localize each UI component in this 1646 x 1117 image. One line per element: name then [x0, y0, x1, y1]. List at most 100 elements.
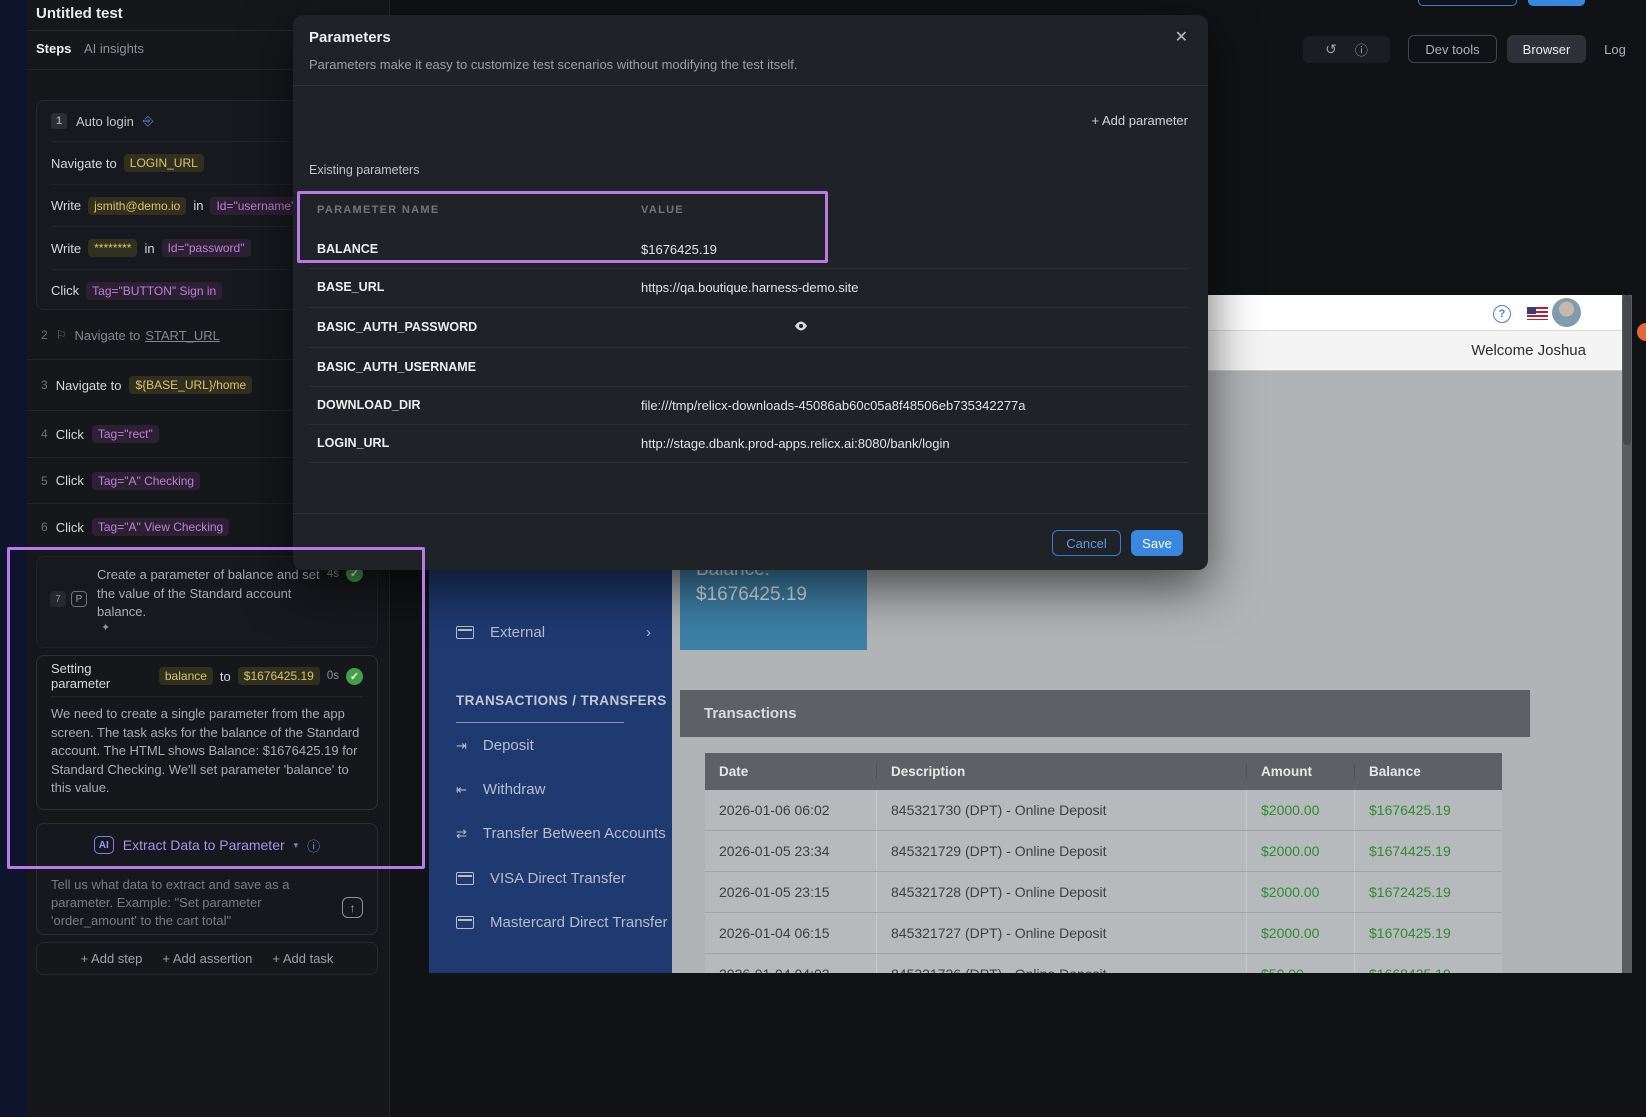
step-number: 7 — [50, 591, 66, 607]
close-icon[interactable]: ✕ — [1175, 27, 1188, 47]
sidebar-item-external[interactable]: External › — [456, 624, 651, 641]
transaction-cell-amount: $2000.00 — [1247, 831, 1355, 871]
balance-value: $1676425.19 — [696, 584, 807, 605]
transaction-cell-balance: $1672425.19 — [1355, 884, 1502, 900]
transaction-row: 2026-01-05 23:15845321728 (DPT) - Online… — [705, 872, 1502, 913]
modal-subtitle: Parameters make it easy to customize tes… — [309, 57, 797, 72]
selector-badge: Tag="rect" — [92, 425, 159, 443]
selector-badge: Id="username" — [210, 197, 301, 215]
transaction-cell-date: 2026-01-04 06:15 — [705, 913, 877, 953]
help-icon[interactable]: ? — [1493, 305, 1511, 323]
transaction-cell-description: 845321726 (DPT) - Online Deposit — [877, 954, 1247, 973]
transaction-cell-description: 845321727 (DPT) - Online Deposit — [877, 913, 1247, 953]
test-title: Untitled test — [36, 5, 123, 22]
value-badge: jsmith@demo.io — [88, 197, 186, 215]
param-value: http://stage.dbank.prod-apps.relicx.ai:8… — [641, 436, 950, 451]
top-primary-button[interactable] — [1528, 0, 1585, 6]
param-badge: LOGIN_URL — [124, 154, 204, 172]
transaction-row: 2026-01-04 04:02845321726 (DPT) - Online… — [705, 954, 1502, 973]
transfer-icon: ⇄ — [456, 826, 467, 842]
transaction-cell-amount: $2000.00 — [1247, 790, 1355, 830]
step-number: 1 — [51, 113, 67, 129]
dev-tools-button[interactable]: Dev tools — [1408, 35, 1497, 63]
value-badge: ******** — [88, 239, 137, 257]
transaction-cell-balance: $1670425.19 — [1355, 925, 1502, 941]
top-outline-button[interactable] — [1418, 0, 1517, 6]
existing-parameters-label: Existing parameters — [309, 163, 419, 177]
add-assertion-button[interactable]: + Add assertion — [162, 951, 252, 966]
refresh-icon[interactable]: ↺ — [1325, 41, 1337, 58]
transaction-cell-date: 2026-01-06 06:02 — [705, 790, 877, 830]
modal-title: Parameters — [309, 29, 391, 46]
table-header-row: Date Description Amount Balance — [705, 753, 1502, 790]
param-value: file:///tmp/relicx-downloads-45086ab60c0… — [641, 398, 1026, 413]
tab-ai-insights[interactable]: AI insights — [84, 41, 144, 56]
welcome-text: Welcome Joshua — [1471, 342, 1586, 359]
transaction-cell-amount: $2000.00 — [1247, 872, 1355, 912]
screen: ? Welcome Joshua External › TRANSACTIONS… — [0, 0, 1646, 1117]
extract-data-button[interactable]: AI Extract Data to Parameter ▾ ⓘ — [37, 824, 377, 866]
sidebar-item-transfer[interactable]: ⇄Transfer Between Accounts — [456, 825, 666, 842]
group-title: Auto login — [76, 114, 134, 129]
us-flag-icon[interactable] — [1527, 307, 1548, 320]
add-actions-bar: + Add step + Add assertion + Add task — [36, 942, 378, 975]
param-value-badge: $1676425.19 — [238, 667, 320, 685]
col-header-value: VALUE — [641, 204, 684, 216]
add-parameter-button[interactable]: + Add parameter — [1092, 113, 1188, 128]
transactions-table: Date Description Amount Balance 2026-01-… — [705, 753, 1502, 973]
chevron-down-icon[interactable]: ▾ — [294, 840, 299, 851]
sidebar-item-visa-transfer[interactable]: VISA Direct Transfer — [456, 870, 626, 887]
send-icon[interactable]: ↑ — [342, 897, 363, 918]
notification-dot — [1637, 323, 1646, 341]
parameters-modal: ✕ Parameters Parameters make it easy to … — [293, 15, 1208, 570]
param-value: $1676425.19 — [641, 242, 717, 257]
check-icon: ✓ — [346, 668, 363, 685]
transaction-cell-amount: $50.00 — [1247, 954, 1355, 973]
transaction-cell-description: 845321729 (DPT) - Online Deposit — [877, 831, 1247, 871]
setting-parameter-card[interactable]: Setting parameter balance to $1676425.19… — [36, 655, 378, 810]
extract-data-card: AI Extract Data to Parameter ▾ ⓘ Tell us… — [36, 823, 378, 935]
transaction-cell-amount: $2000.00 — [1247, 913, 1355, 953]
viewport-controls: ↺ ⓘ — [1303, 36, 1390, 63]
eye-icon[interactable] — [793, 318, 809, 339]
withdraw-icon: ⇤ — [456, 782, 467, 798]
transaction-row: 2026-01-04 06:15845321727 (DPT) - Online… — [705, 913, 1502, 954]
sidebar-item-withdraw[interactable]: ⇤Withdraw — [456, 781, 545, 798]
login-icon: ⎆ — [143, 113, 153, 129]
prompt-icon: P — [71, 591, 87, 607]
selector-badge: Tag="A" View Checking — [92, 518, 229, 536]
card-icon — [456, 872, 474, 885]
app-scrollbar[interactable] — [1622, 295, 1632, 973]
cancel-button[interactable]: Cancel — [1052, 530, 1121, 556]
save-button[interactable]: Save — [1131, 530, 1183, 556]
transaction-cell-balance: $1674425.19 — [1355, 843, 1502, 859]
extract-prompt-input[interactable]: Tell us what data to extract and save as… — [51, 876, 297, 930]
card-icon — [456, 916, 474, 929]
selector-badge: Id="password" — [162, 239, 251, 257]
param-badge: ${BASE_URL}/home — [129, 376, 252, 394]
transaction-cell-description: 845321728 (DPT) - Online Deposit — [877, 872, 1247, 912]
param-name: BALANCE — [317, 242, 378, 256]
chevron-right-icon: › — [646, 624, 651, 641]
step-explanation: We need to create a single parameter fro… — [37, 697, 377, 806]
sidebar-item-deposit[interactable]: ⇥Deposit — [456, 737, 534, 754]
start-url-link[interactable]: START_URL — [145, 328, 220, 343]
info-icon[interactable]: ⓘ — [1355, 40, 1368, 59]
scrollbar-thumb[interactable] — [1623, 295, 1631, 445]
left-rail — [0, 0, 27, 1117]
step-duration: 0s — [327, 670, 339, 682]
add-step-button[interactable]: + Add step — [81, 951, 143, 966]
tab-steps[interactable]: Steps — [36, 41, 71, 56]
info-icon[interactable]: ⓘ — [307, 836, 320, 855]
log-tab-button[interactable]: Log — [1594, 35, 1636, 63]
browser-tab-button[interactable]: Browser — [1507, 35, 1586, 63]
sidebar-item-mastercard-transfer[interactable]: Mastercard Direct Transfer — [456, 914, 668, 931]
external-icon — [456, 626, 474, 639]
col-header-parameter-name: PARAMETER NAME — [317, 204, 440, 216]
transaction-cell-date: 2026-01-05 23:15 — [705, 872, 877, 912]
add-task-button[interactable]: + Add task — [272, 951, 333, 966]
param-name-badge: balance — [159, 667, 213, 685]
param-name: DOWNLOAD_DIR — [317, 398, 420, 412]
avatar[interactable] — [1552, 298, 1581, 327]
param-name: LOGIN_URL — [317, 436, 389, 450]
